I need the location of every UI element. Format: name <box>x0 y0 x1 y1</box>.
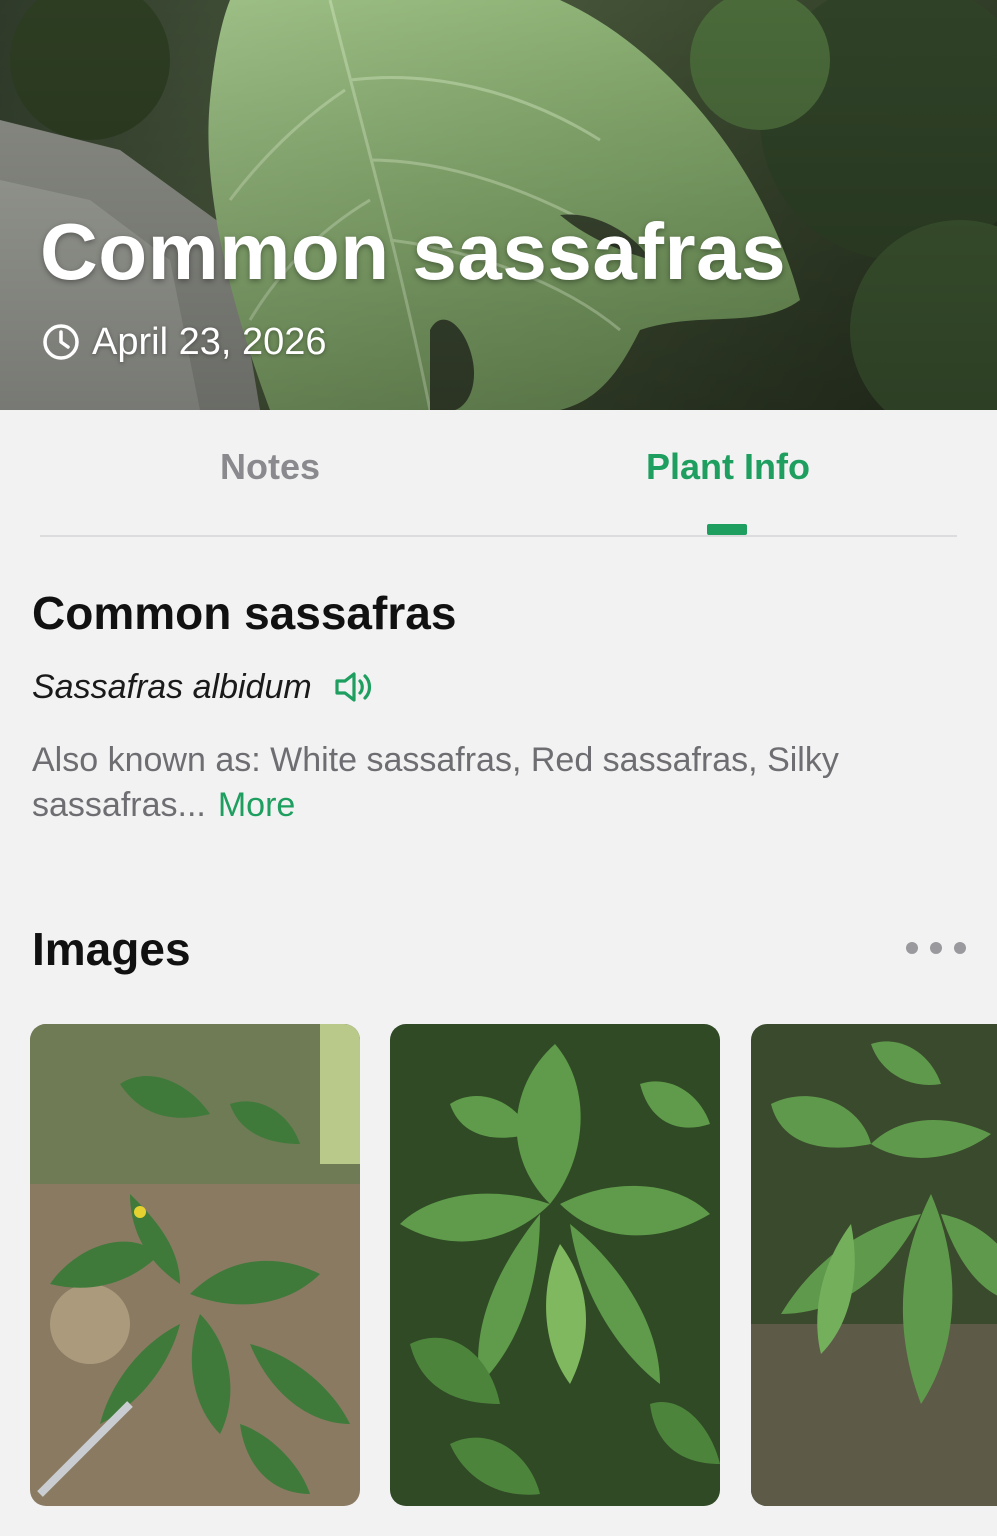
dot <box>906 942 918 954</box>
tab-plant-info[interactable]: Plant Info <box>578 446 878 502</box>
clock-icon <box>43 324 79 360</box>
also-known-as: Also known as: White sassafras, Red sass… <box>32 738 952 828</box>
dot <box>930 942 942 954</box>
tab-bar: Notes Plant Info <box>0 410 997 538</box>
dot <box>954 942 966 954</box>
speaker-icon[interactable] <box>334 670 374 704</box>
also-known-as-text: Also known as: White sassafras, Red sass… <box>32 741 839 824</box>
scientific-name: Sassafras albidum <box>32 667 312 706</box>
more-link[interactable]: More <box>218 786 295 824</box>
sassafras-photo-2 <box>390 1024 720 1506</box>
image-thumbnail-1[interactable] <box>30 1024 360 1506</box>
tab-divider <box>40 535 957 537</box>
active-tab-indicator <box>707 524 747 535</box>
hero-date-text: April 23, 2026 <box>92 320 327 363</box>
sassafras-photo-3 <box>751 1024 997 1506</box>
image-thumbnail-2[interactable] <box>390 1024 720 1506</box>
plant-detail-screen: Common sassafras April 23, 2026 Notes Pl… <box>0 0 997 1536</box>
images-section-title: Images <box>32 923 191 975</box>
hero-header: Common sassafras April 23, 2026 <box>0 0 997 410</box>
hero-title: Common sassafras <box>40 207 787 296</box>
image-thumbnail-3[interactable] <box>751 1024 997 1506</box>
plant-common-name: Common sassafras <box>32 587 457 639</box>
tab-notes[interactable]: Notes <box>120 446 420 502</box>
scientific-name-row: Sassafras albidum <box>32 664 374 710</box>
sassafras-photo-1 <box>30 1024 360 1506</box>
hero-date: April 23, 2026 <box>42 320 327 364</box>
more-dots-icon[interactable] <box>906 938 966 958</box>
